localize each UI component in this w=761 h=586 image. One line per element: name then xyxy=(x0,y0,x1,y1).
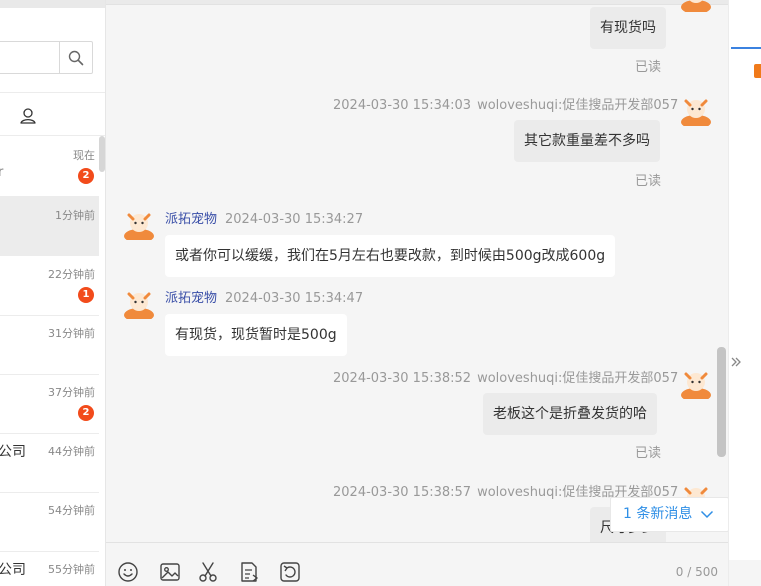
chat-header-strip xyxy=(106,0,728,5)
conversation-time: 现在 xyxy=(73,149,95,162)
unread-badge: 1 xyxy=(78,287,94,303)
conversation-time: 31分钟前 xyxy=(48,327,95,340)
search-icon xyxy=(68,50,84,65)
conversation-name: 公司 xyxy=(0,562,26,578)
character-counter: 0 / 500 xyxy=(675,565,718,579)
message-bubble-outgoing[interactable]: 老板这个是折叠发货的哈 xyxy=(483,393,657,435)
message-meta: 派拓宠物 2024-03-30 15:34:27 xyxy=(165,208,363,227)
conversation-time: 22分钟前 xyxy=(48,268,95,281)
message-timestamp: 2024-03-30 15:38:57 xyxy=(333,485,472,500)
conversation-item[interactable]: 37分钟前 2 xyxy=(0,374,99,434)
contacts-icon[interactable] xyxy=(19,107,37,125)
scissors-icon[interactable] xyxy=(197,561,219,583)
conversation-item[interactable]: 22分钟前 1 xyxy=(0,256,99,316)
expand-panel-button[interactable] xyxy=(729,347,743,377)
user-avatar[interactable] xyxy=(680,0,712,12)
sidebar-tabs xyxy=(0,92,105,136)
new-message-label: 1 条新消息 xyxy=(623,506,693,522)
message-sender: woloveshuqi:促佳搜品开发部057 xyxy=(477,371,679,386)
message-timestamp: 2024-03-30 15:34:27 xyxy=(225,212,364,227)
message-sender[interactable]: 派拓宠物 xyxy=(165,212,217,227)
conversation-preview: r xyxy=(0,165,3,180)
read-receipt: 已读 xyxy=(635,174,662,189)
chevron-down-icon xyxy=(700,510,713,519)
read-receipt: 已读 xyxy=(635,60,662,75)
image-icon[interactable] xyxy=(159,561,181,583)
user-avatar[interactable] xyxy=(680,367,712,399)
conversation-item[interactable]: 公司 44分钟前 xyxy=(0,433,99,493)
unread-badge: 2 xyxy=(78,168,94,184)
message-timestamp: 2024-03-30 15:38:52 xyxy=(333,371,472,386)
conversation-item-selected[interactable]: 1分钟前 xyxy=(0,196,99,256)
read-receipt: 已读 xyxy=(635,446,662,461)
message-meta: 2024-03-30 15:38:52 woloveshuqi:促佳搜品开发部05… xyxy=(333,367,678,386)
sidebar-header-strip xyxy=(0,0,105,8)
contact-avatar[interactable] xyxy=(123,287,155,319)
document-icon[interactable] xyxy=(238,561,260,583)
message-bubble-incoming[interactable]: 或者你可以缓缓，我们在5月左右也要改款，到时候由500g改成600g xyxy=(165,235,616,277)
rotate-icon[interactable] xyxy=(279,561,301,583)
search-button[interactable] xyxy=(59,42,92,73)
chat-scrollbar[interactable] xyxy=(717,347,726,457)
message-meta: 派拓宠物 2024-03-30 15:34:47 xyxy=(165,287,363,306)
right-panel-footer xyxy=(729,560,761,586)
message-bubble-outgoing[interactable]: 其它款重量差不多吗 xyxy=(514,120,660,162)
search-field[interactable] xyxy=(0,41,93,74)
message-timestamp: 2024-03-30 15:34:47 xyxy=(225,291,364,306)
conversation-time: 1分钟前 xyxy=(55,209,95,222)
message-meta: 2024-03-30 15:34:03 woloveshuqi:促佳搜品开发部05… xyxy=(333,94,678,113)
contact-avatar[interactable] xyxy=(123,208,155,240)
message-timestamp: 2024-03-30 15:34:03 xyxy=(333,98,472,113)
conversation-item[interactable]: 公司 55分钟前 xyxy=(0,551,99,586)
conversation-item[interactable]: r 现在 2 xyxy=(0,137,99,197)
message-toolbar: 0 / 500 xyxy=(106,542,728,586)
conversation-time: 44分钟前 xyxy=(48,445,95,458)
active-tab-indicator xyxy=(731,47,761,49)
emoji-icon[interactable] xyxy=(117,561,139,583)
message-bubble-incoming[interactable]: 有现货，现货暂时是500g xyxy=(165,314,347,356)
new-message-indicator[interactable]: 1 条新消息 xyxy=(610,497,728,532)
unread-badge: 2 xyxy=(78,405,94,421)
message-sender: woloveshuqi:促佳搜品开发部057 xyxy=(477,98,679,113)
double-chevron-right-icon xyxy=(731,357,741,367)
conversation-sidebar: r 现在 2 1分钟前 22分钟前 1 31分钟前 37分钟前 2 公司 44分… xyxy=(0,0,106,586)
tag-icon xyxy=(754,64,761,78)
conversation-name: 公司 xyxy=(0,444,26,460)
right-panel xyxy=(728,0,761,586)
user-avatar[interactable] xyxy=(680,94,712,126)
conversation-time: 54分钟前 xyxy=(48,504,95,517)
conversation-time: 37分钟前 xyxy=(48,386,95,399)
chat-panel: 有现货吗 已读 2024-03-30 15:34:03 woloveshuqi:促… xyxy=(106,0,728,542)
sidebar-scrollbar[interactable] xyxy=(99,136,105,172)
message-sender[interactable]: 派拓宠物 xyxy=(165,291,217,306)
conversation-item[interactable]: 31分钟前 xyxy=(0,315,99,375)
conversation-item[interactable]: 54分钟前 xyxy=(0,492,99,552)
conversation-time: 55分钟前 xyxy=(48,563,95,576)
message-bubble-outgoing[interactable]: 有现货吗 xyxy=(590,7,666,49)
